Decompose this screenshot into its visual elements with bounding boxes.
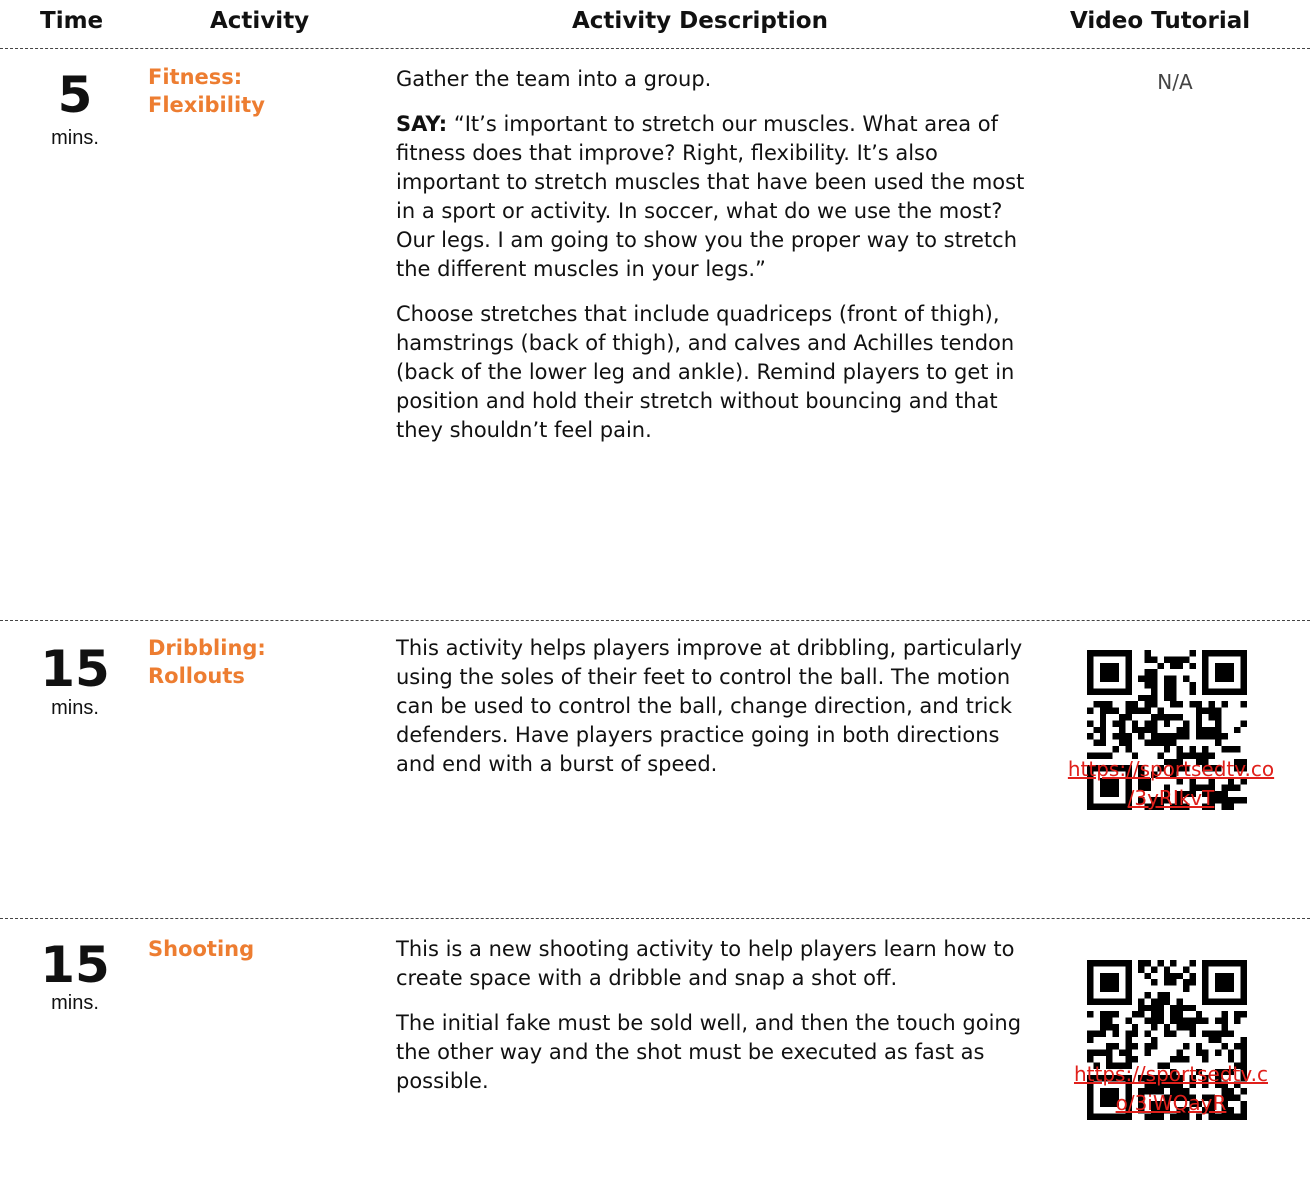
- time-value: 15: [40, 640, 110, 698]
- time-unit: mins.: [51, 697, 99, 719]
- header-activity: Activity: [210, 8, 310, 34]
- time-value: 5: [57, 66, 93, 124]
- activity-description: This is a new shooting activity to help …: [396, 937, 1022, 1093]
- video-na: N/A: [1157, 70, 1193, 94]
- say-label: SAY:: [396, 112, 448, 136]
- time-unit: mins.: [51, 992, 99, 1014]
- header-description: Activity Description: [572, 8, 828, 34]
- video-link[interactable]: https://sportsedtv.co/3yRIkvT: [1036, 755, 1306, 813]
- activity-name: Shooting: [148, 937, 255, 961]
- activity-description: Gather the team into a group. SAY: “It’s…: [396, 67, 1025, 442]
- header-video: Video Tutorial: [1070, 8, 1251, 34]
- time-value: 15: [40, 936, 110, 994]
- header-time: Time: [40, 8, 104, 34]
- video-link[interactable]: https://sportsedtv.c o/3iWQayR: [1036, 1060, 1306, 1118]
- divider: [0, 48, 1310, 49]
- divider: [0, 918, 1310, 919]
- activity-name: Dribbling: Rollouts: [148, 636, 266, 688]
- time-unit: mins.: [51, 127, 99, 149]
- activity-description: This activity helps players improve at d…: [396, 636, 1023, 776]
- divider: [0, 620, 1310, 621]
- activity-name: Fitness: Flexibility: [148, 65, 265, 117]
